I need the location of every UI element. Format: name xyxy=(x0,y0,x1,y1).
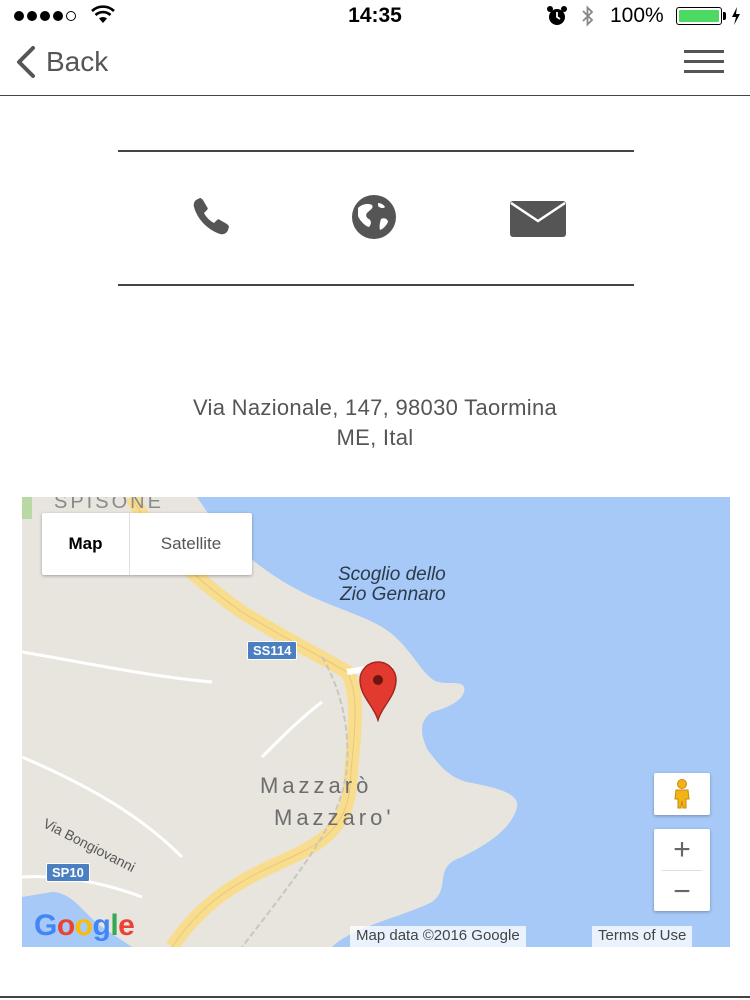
location-pin-icon[interactable] xyxy=(356,660,400,722)
address-line-2: ME, Ital xyxy=(336,425,414,450)
battery-nub xyxy=(723,12,726,20)
charging-bolt-icon xyxy=(732,7,740,25)
google-logo: Google xyxy=(34,909,135,942)
map-type-map-button[interactable]: Map xyxy=(42,513,130,575)
road-badge-ss114: SS114 xyxy=(247,641,298,660)
bottom-divider xyxy=(118,284,634,286)
pegman-icon xyxy=(674,779,690,809)
phone-icon[interactable] xyxy=(190,196,242,238)
map-type-satellite-button[interactable]: Satellite xyxy=(130,513,252,575)
zoom-control: + − xyxy=(654,829,710,911)
alarm-icon xyxy=(547,6,567,25)
envelope-icon[interactable] xyxy=(508,199,568,239)
top-divider xyxy=(118,150,634,152)
back-button[interactable]: Back xyxy=(14,45,108,79)
map-attribution: Map data ©2016 Google xyxy=(350,926,526,947)
place-scoglio-line-1: Scoglio dello xyxy=(338,564,446,585)
back-label: Back xyxy=(46,46,109,77)
terms-of-use-link[interactable]: Terms of Use xyxy=(592,926,693,947)
map-view[interactable]: Map Satellite SPISONE Scoglio dello Zio … xyxy=(22,497,730,947)
street-view-button[interactable] xyxy=(654,773,710,815)
zoom-in-button[interactable]: + xyxy=(654,829,710,870)
road-badge-sp10: SP10 xyxy=(46,863,90,882)
status-bar: 14:35 100% xyxy=(0,0,750,32)
navigation-bar: Back xyxy=(0,32,750,96)
chevron-left-icon xyxy=(17,46,35,78)
place-spisone: SPISONE xyxy=(54,497,164,513)
globe-icon[interactable] xyxy=(348,194,400,240)
hamburger-menu-button[interactable] xyxy=(684,50,726,78)
address-line-1: Via Nazionale, 147, 98030 Taormina xyxy=(192,395,558,420)
zoom-out-button[interactable]: − xyxy=(654,871,710,912)
place-mazzaro-2: Mazzaro' xyxy=(274,805,395,830)
place-scoglio-line-2: Zio Gennaro xyxy=(340,584,446,605)
battery-percent: 100% xyxy=(610,4,664,27)
battery-icon xyxy=(676,7,722,25)
map-type-control: Map Satellite xyxy=(42,513,252,575)
place-mazzaro-1: Mazzarò xyxy=(260,773,373,798)
bottom-border xyxy=(0,996,750,998)
bluetooth-icon xyxy=(582,5,594,27)
